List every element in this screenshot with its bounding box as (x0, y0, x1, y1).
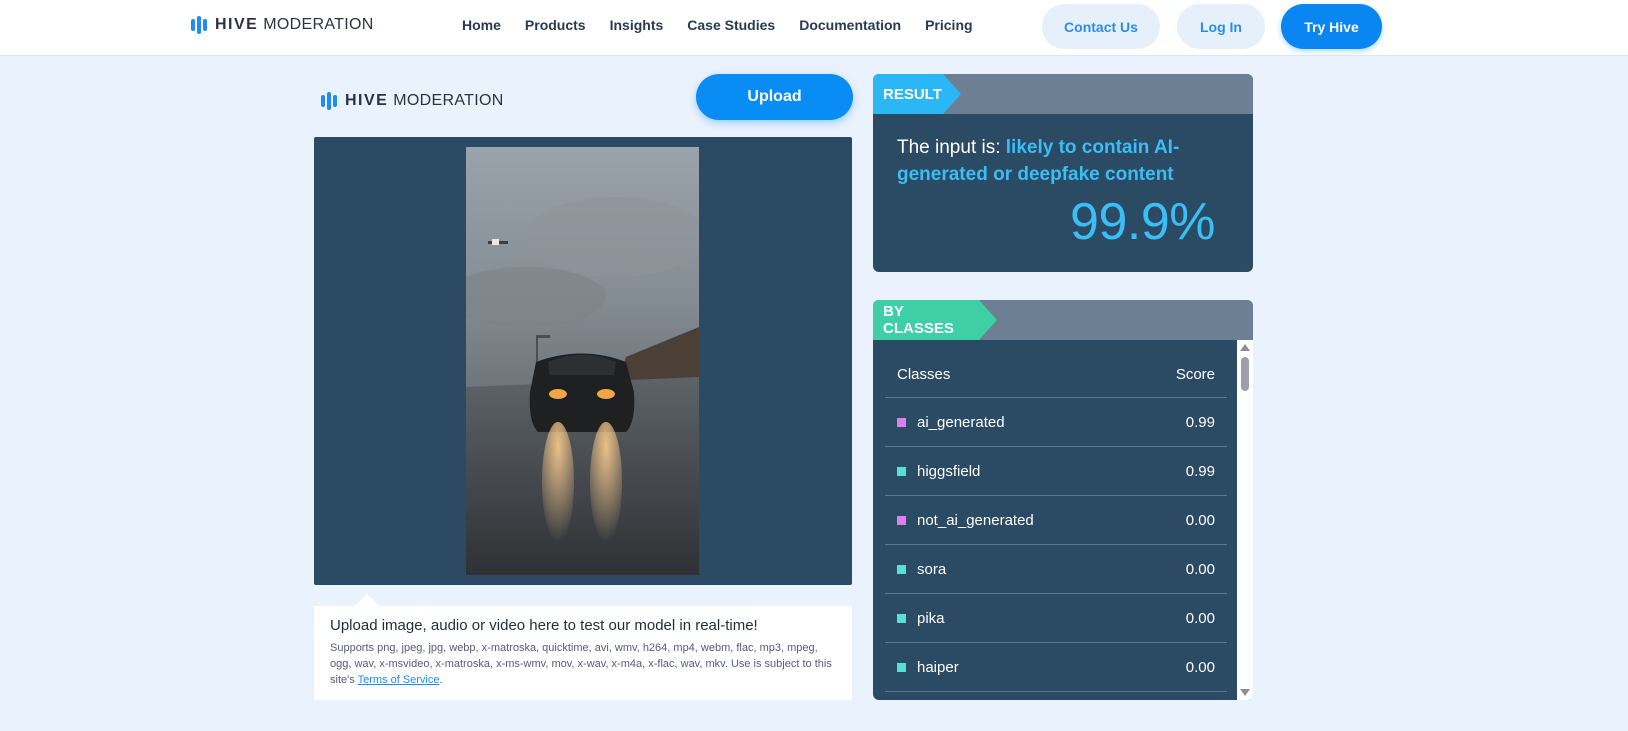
table-row: higgsfield 0.99 (885, 447, 1227, 496)
media-preview (314, 137, 852, 585)
uploaded-image (466, 147, 699, 575)
period: . (439, 674, 443, 686)
scroll-up-icon[interactable] (1240, 344, 1250, 351)
class-color-swatch (897, 613, 906, 623)
contact-us-button[interactable]: Contact Us (1042, 4, 1160, 49)
result-header: RESULT (873, 74, 1253, 114)
class-name: sora (917, 560, 947, 578)
nav-insights[interactable]: Insights (610, 17, 664, 33)
upload-info-title: Upload image, audio or video here to tes… (330, 617, 758, 634)
class-color-swatch (897, 466, 906, 476)
terms-of-service-link[interactable]: Terms of Service (358, 674, 440, 686)
class-color-swatch (897, 564, 906, 574)
table-row: ai_generated 0.99 (885, 398, 1227, 447)
info-pointer (355, 594, 379, 606)
class-score: 0.00 (1185, 560, 1215, 578)
nav-products[interactable]: Products (525, 17, 586, 33)
nav-documentation[interactable]: Documentation (799, 17, 901, 33)
table-row: not_ai_generated 0.00 (885, 496, 1227, 545)
supported-formats-text: Supports png, jpeg, jpg, webp, x-matrosk… (330, 640, 836, 688)
hive-logo-icon (191, 16, 207, 34)
car-on-wet-road-image (466, 147, 699, 575)
log-in-button[interactable]: Log In (1177, 4, 1265, 49)
top-navigation: HIVE MODERATION Home Products Insights C… (0, 0, 1628, 56)
col-classes: Classes (897, 366, 951, 383)
try-hive-button[interactable]: Try Hive (1281, 4, 1382, 49)
hive-logo-icon (321, 92, 337, 110)
logo-hive-text: HIVE (345, 92, 389, 109)
result-prefix: The input is: (897, 137, 1006, 158)
class-score: 0.00 (1185, 609, 1215, 627)
class-score: 0.99 (1185, 413, 1215, 431)
class-name: pika (917, 609, 945, 627)
upload-info-box: Upload image, audio or video here to tes… (314, 606, 852, 700)
logo-moderation-text: MODERATION (393, 92, 504, 109)
class-name: not_ai_generated (917, 511, 1034, 529)
panel-hive-logo: HIVE MODERATION (321, 92, 504, 110)
by-classes-tag: BY CLASSES (873, 300, 997, 340)
nav-links: Home Products Insights Case Studies Docu… (462, 17, 973, 33)
nav-pricing[interactable]: Pricing (925, 17, 972, 33)
nav-home[interactable]: Home (462, 17, 501, 33)
result-text: The input is: likely to contain AI-gener… (897, 134, 1197, 188)
class-color-swatch (897, 417, 906, 427)
table-row: sora 0.00 (885, 545, 1227, 594)
class-score: 0.00 (1185, 511, 1215, 529)
class-name: ai_generated (917, 413, 1005, 431)
table-row: haiper 0.00 (885, 643, 1227, 692)
class-score: 0.99 (1185, 462, 1215, 480)
table-header: Classes Score (885, 340, 1227, 398)
classes-card: BY CLASSES Classes Score ai_generated 0.… (873, 300, 1253, 700)
nav-case-studies[interactable]: Case Studies (687, 17, 775, 33)
result-card: RESULT The input is: likely to contain A… (873, 74, 1253, 272)
scroll-down-icon[interactable] (1240, 689, 1250, 696)
logo-hive-text: HIVE (215, 16, 259, 33)
class-name: haiper (917, 658, 959, 676)
classes-scrollbar[interactable] (1237, 340, 1253, 700)
table-row: pika 0.00 (885, 594, 1227, 643)
col-score: Score (1175, 366, 1215, 383)
class-score: 0.00 (1185, 658, 1215, 676)
result-percentage: 99.9% (1070, 193, 1215, 251)
upload-button[interactable]: Upload (696, 74, 853, 120)
class-color-swatch (897, 662, 906, 672)
class-name: higgsfield (917, 462, 981, 480)
classes-table[interactable]: Classes Score ai_generated 0.99 higgsfie… (885, 340, 1227, 700)
scroll-thumb[interactable] (1241, 357, 1249, 391)
classes-header: BY CLASSES (873, 300, 1253, 340)
class-color-swatch (897, 515, 906, 525)
result-tag: RESULT (873, 74, 961, 114)
hive-logo[interactable]: HIVE MODERATION (191, 16, 374, 34)
logo-moderation-text: MODERATION (263, 16, 374, 33)
